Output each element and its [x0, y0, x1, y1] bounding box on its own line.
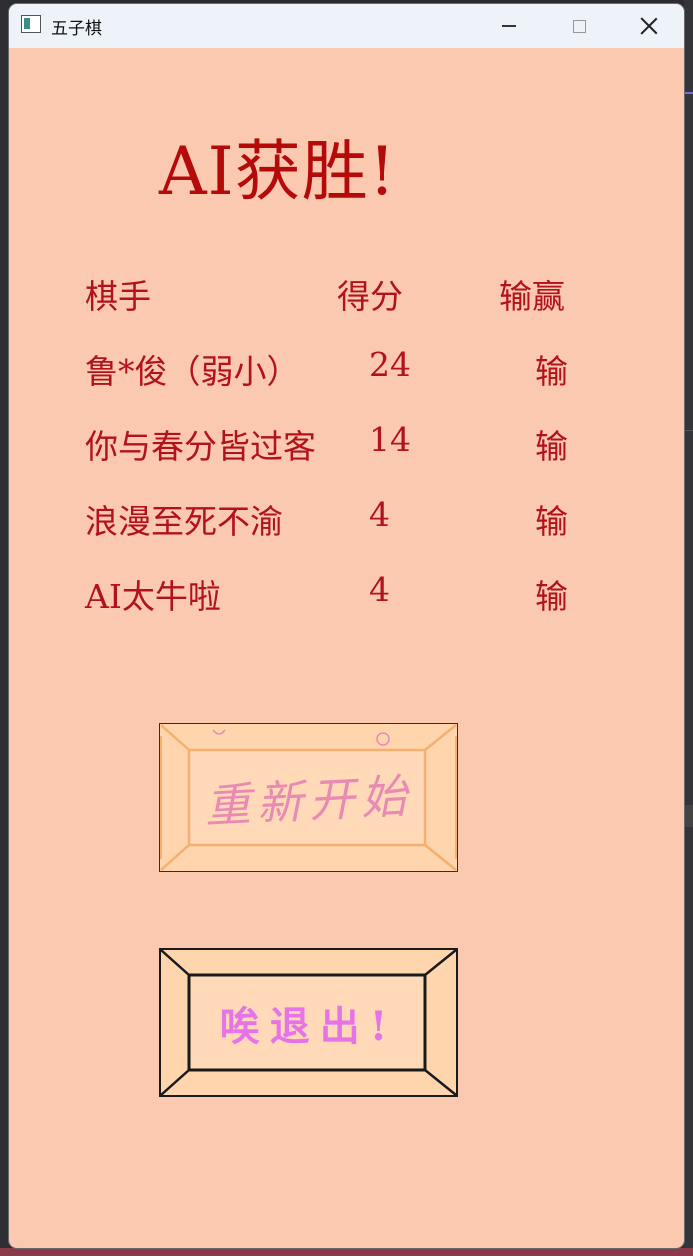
row-score: 14: [369, 420, 411, 459]
exit-button[interactable]: 唉退出!: [159, 948, 458, 1097]
result-heading: AI获胜!: [159, 133, 397, 210]
close-icon: [640, 17, 658, 35]
row-score: 4: [369, 495, 390, 534]
minimize-button[interactable]: [474, 4, 544, 48]
maximize-button[interactable]: [544, 4, 614, 48]
header-player: 棋手: [85, 277, 151, 316]
row-score: 4: [369, 570, 390, 609]
taskbar-edge: [0, 1248, 693, 1256]
minimize-icon: [502, 25, 516, 27]
row-result: 输: [535, 427, 568, 466]
row-player: AI太牛啦: [85, 577, 221, 616]
header-score: 得分: [337, 277, 403, 316]
window-title: 五子棋: [51, 19, 102, 39]
row-player: 你与春分皆过客: [85, 427, 316, 466]
row-player: 浪漫至死不渝: [85, 502, 283, 541]
row-result: 输: [535, 577, 568, 616]
close-button[interactable]: [614, 4, 684, 48]
row-player: 鲁*俊（弱小）: [85, 352, 300, 391]
row-result: 输: [535, 502, 568, 541]
header-result: 输赢: [499, 277, 565, 316]
row-score: 24: [369, 345, 411, 384]
title-bar[interactable]: 五子棋: [9, 4, 684, 48]
restart-button[interactable]: 重新开始: [159, 723, 458, 872]
desktop-background-right: [684, 0, 693, 1256]
row-result: 输: [535, 352, 568, 391]
restart-button-label: 重新开始: [203, 768, 414, 833]
game-window: 五子棋 AI获胜! 棋手 得分 输赢 鲁*俊（弱小） 24 输 你与春分皆过客 …: [9, 4, 684, 1248]
app-icon: [21, 15, 41, 33]
desktop-background-left: [0, 0, 9, 1256]
exit-button-label: 唉退出!: [219, 1002, 398, 1050]
maximize-icon: [572, 19, 586, 33]
